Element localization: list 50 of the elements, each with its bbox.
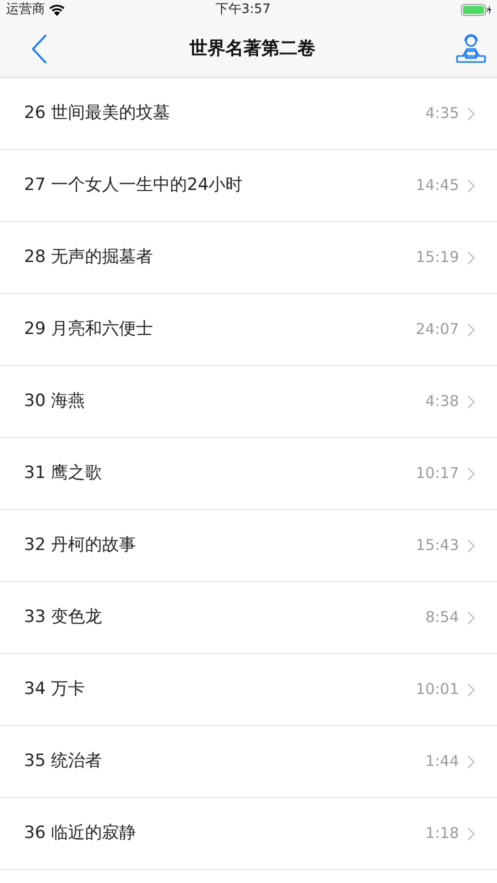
track-title: 28 无声的掘墓者 (24, 246, 154, 269)
track-title: 27 一个女人一生中的24小时 (24, 174, 244, 197)
track-row[interactable]: 34 万卡 10:01 (0, 654, 497, 726)
track-duration: 1:44 (425, 751, 459, 772)
track-row[interactable]: 30 海燕 4:38 (0, 366, 497, 438)
chevron-icon (467, 178, 475, 192)
track-title: 32 丹柯的故事 (24, 534, 138, 557)
chevron-icon (467, 322, 475, 336)
track-title: 34 万卡 (24, 678, 86, 701)
track-title: 33 变色龙 (24, 606, 104, 629)
track-duration: 1:18 (425, 823, 459, 844)
page-title: 世界名著第二卷 (190, 37, 316, 61)
track-duration: 8:54 (425, 607, 459, 628)
track-title: 31 鹰之歌 (24, 462, 104, 485)
track-duration: 4:35 (425, 103, 459, 124)
listener-icon[interactable] (455, 32, 487, 64)
wifi-icon (49, 4, 65, 16)
track-row[interactable]: 31 鹰之歌 10:17 (0, 438, 497, 510)
chevron-icon (467, 682, 475, 696)
chevron-icon (467, 538, 475, 552)
track-row[interactable]: 28 无声的掘墓者 15:19 (0, 222, 497, 294)
chevron-icon (467, 394, 475, 408)
track-title: 26 世间最美的坟墓 (24, 102, 172, 125)
chevron-icon (467, 826, 475, 840)
track-duration: 10:17 (416, 463, 459, 484)
track-row[interactable]: 36 临近的寂静 1:18 (0, 798, 497, 870)
track-row[interactable]: 33 变色龙 8:54 (0, 582, 497, 654)
chevron-icon (467, 610, 475, 624)
track-title: 35 统治者 (24, 750, 104, 773)
track-row[interactable]: 26 世间最美的坟墓 4:35 (0, 78, 497, 150)
track-title: 30 海燕 (24, 390, 86, 413)
track-duration: 4:38 (425, 391, 459, 412)
carrier-name: 运营商 (6, 1, 45, 20)
chevron-icon (467, 250, 475, 264)
track-duration: 10:01 (416, 679, 459, 700)
track-row[interactable]: 27 一个女人一生中的24小时 14:45 (0, 150, 497, 222)
chevron-icon (467, 466, 475, 480)
chevron-icon (467, 754, 475, 768)
track-duration: 14:45 (416, 175, 459, 196)
track-row[interactable]: 29 月亮和六便士 24:07 (0, 294, 497, 366)
battery-icon (460, 4, 491, 16)
track-row[interactable]: 35 统治者 1:44 (0, 726, 497, 798)
clock-time: 下午3:57 (215, 1, 271, 20)
track-title: 29 月亮和六便士 (24, 318, 154, 341)
track-row[interactable]: 32 丹柯的故事 15:43 (0, 510, 497, 582)
track-duration: 24:07 (416, 319, 459, 340)
track-duration: 15:43 (416, 535, 459, 556)
track-duration: 15:19 (416, 247, 459, 268)
track-title: 36 临近的寂静 (24, 822, 138, 845)
chevron-icon (467, 106, 475, 120)
